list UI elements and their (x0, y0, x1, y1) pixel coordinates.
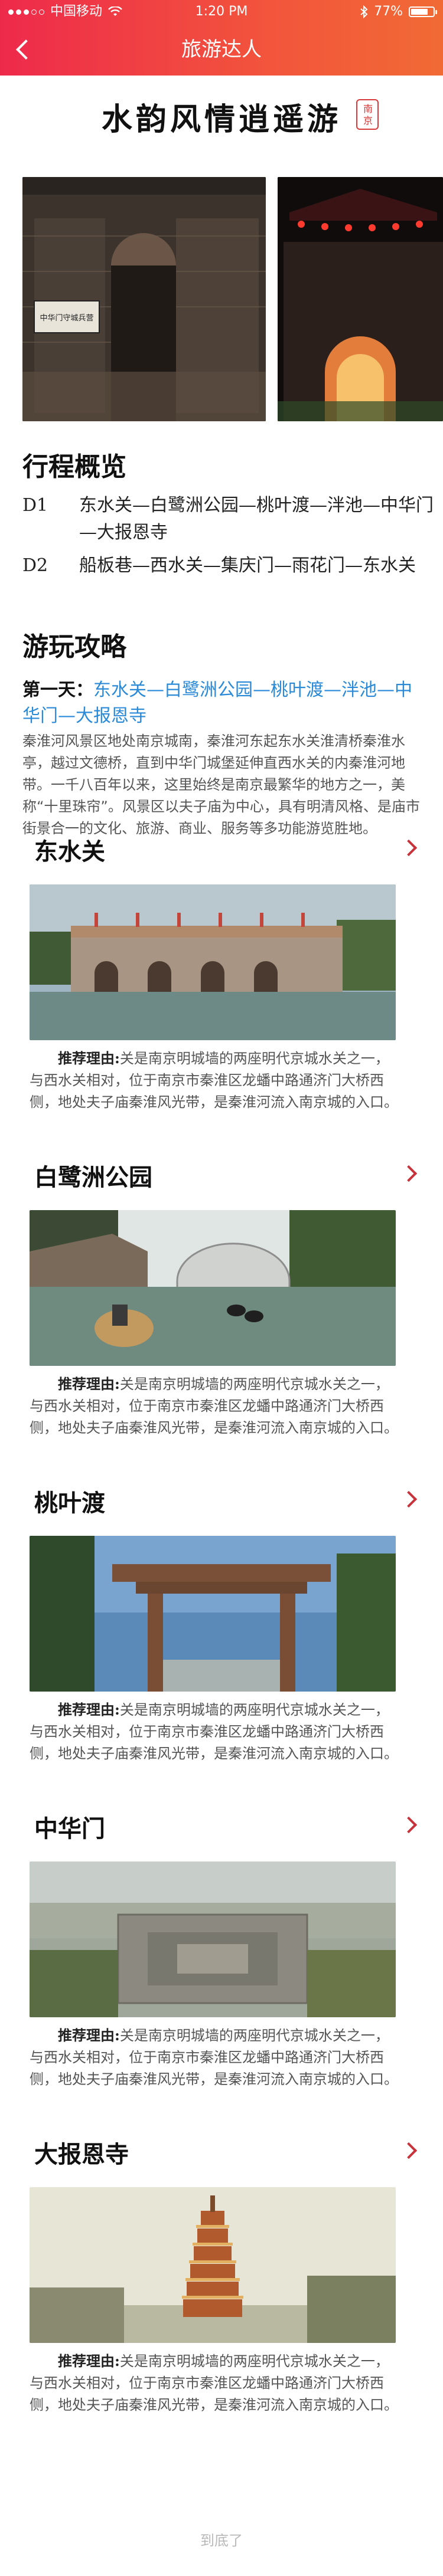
day-label: 第一天： (22, 680, 93, 700)
spot-title: 大报恩寺 (34, 2141, 129, 2168)
spot-title: 桃叶渡 (34, 1490, 105, 1517)
day-one-header: 第一天：东水关—白鹭洲公园—桃叶渡—泮池—中华门—大报恩寺 (22, 677, 424, 729)
spot-description: 推荐理由:关是南京明城墙的两座明代京城水关之一，与西水关相对，位于南京市秦淮区龙… (30, 1050, 398, 1110)
sign-text: 中华门守城兵营 (40, 314, 93, 323)
header-bar: 中国移动 1:20 PM 77% 旅游达人 (0, 0, 443, 76)
overview-heading: 行程概览 (22, 452, 126, 482)
spot-photo-dongshuiguan (30, 884, 396, 1040)
itinerary-route: 船板巷—西水关—集庆门—雨花门—东水关 (79, 555, 416, 576)
hero-photo-night-gate (278, 177, 443, 421)
guide-intro: 秦淮河风景区地处南京城南，秦淮河东起东水关淮清桥秦淮水亭，越过文德桥，直到中华门… (22, 733, 420, 837)
spot-description: 推荐理由:关是南京明城墙的两座明代京城水关之一，与西水关相对，位于南京市秦淮区龙… (30, 1701, 398, 1762)
guide-heading: 游玩攻略 (22, 632, 126, 662)
itinerary-row: D2 船板巷—西水关—集庆门—雨花门—东水关 (22, 552, 424, 607)
battery-percent: 77% (374, 4, 403, 19)
spot-photo-zhonghuamen (30, 1861, 396, 2017)
spot-title: 东水关 (34, 838, 105, 866)
status-bar: 中国移动 1:20 PM 77% (0, 0, 443, 24)
itinerary-code: D2 (22, 555, 48, 576)
spot-description: 推荐理由:关是南京明城墙的两座明代京城水关之一，与西水关相对，位于南京市秦淮区龙… (30, 1375, 398, 1436)
spot-photo-bailuzhou (30, 1210, 396, 1366)
itinerary-row: D1 东水关—白鹭洲公园—桃叶渡—泮池—中华门—大报恩寺 (22, 492, 434, 546)
chevron-right-icon[interactable] (402, 1164, 419, 1182)
spot-title: 白鹭洲公园 (34, 1164, 152, 1191)
end-of-list-label: 到底了 (200, 2532, 243, 2549)
spot-description: 推荐理由:关是南京明城墙的两座明代京城水关之一，与西水关相对，位于南京市秦淮区龙… (30, 2027, 398, 2087)
chevron-right-icon[interactable] (402, 1490, 419, 1507)
spot-description: 推荐理由:关是南京明城墙的两座明代京城水关之一，与西水关相对，位于南京市秦淮区龙… (30, 2352, 398, 2413)
spot-photo-taoyedu (30, 1536, 396, 1692)
spot-photo-dabaoensi (30, 2187, 396, 2343)
nav-bar: 旅游达人 (0, 24, 443, 76)
battery-icon (409, 6, 437, 17)
hero-photo-city-gate: 中华门守城兵营 (22, 177, 266, 421)
nav-title: 旅游达人 (181, 38, 262, 61)
chevron-right-icon[interactable] (402, 1815, 419, 1833)
chevron-right-icon[interactable] (402, 838, 419, 856)
itinerary-code: D1 (22, 495, 48, 516)
chevron-right-icon[interactable] (402, 2141, 419, 2159)
itinerary-route: 东水关—白鹭洲公园—桃叶渡—泮池—中华门—大报恩寺 (79, 495, 434, 543)
seal-stamp: 南京 (356, 99, 379, 130)
bluetooth-icon (360, 5, 368, 18)
spot-title: 中华门 (34, 1815, 105, 1843)
